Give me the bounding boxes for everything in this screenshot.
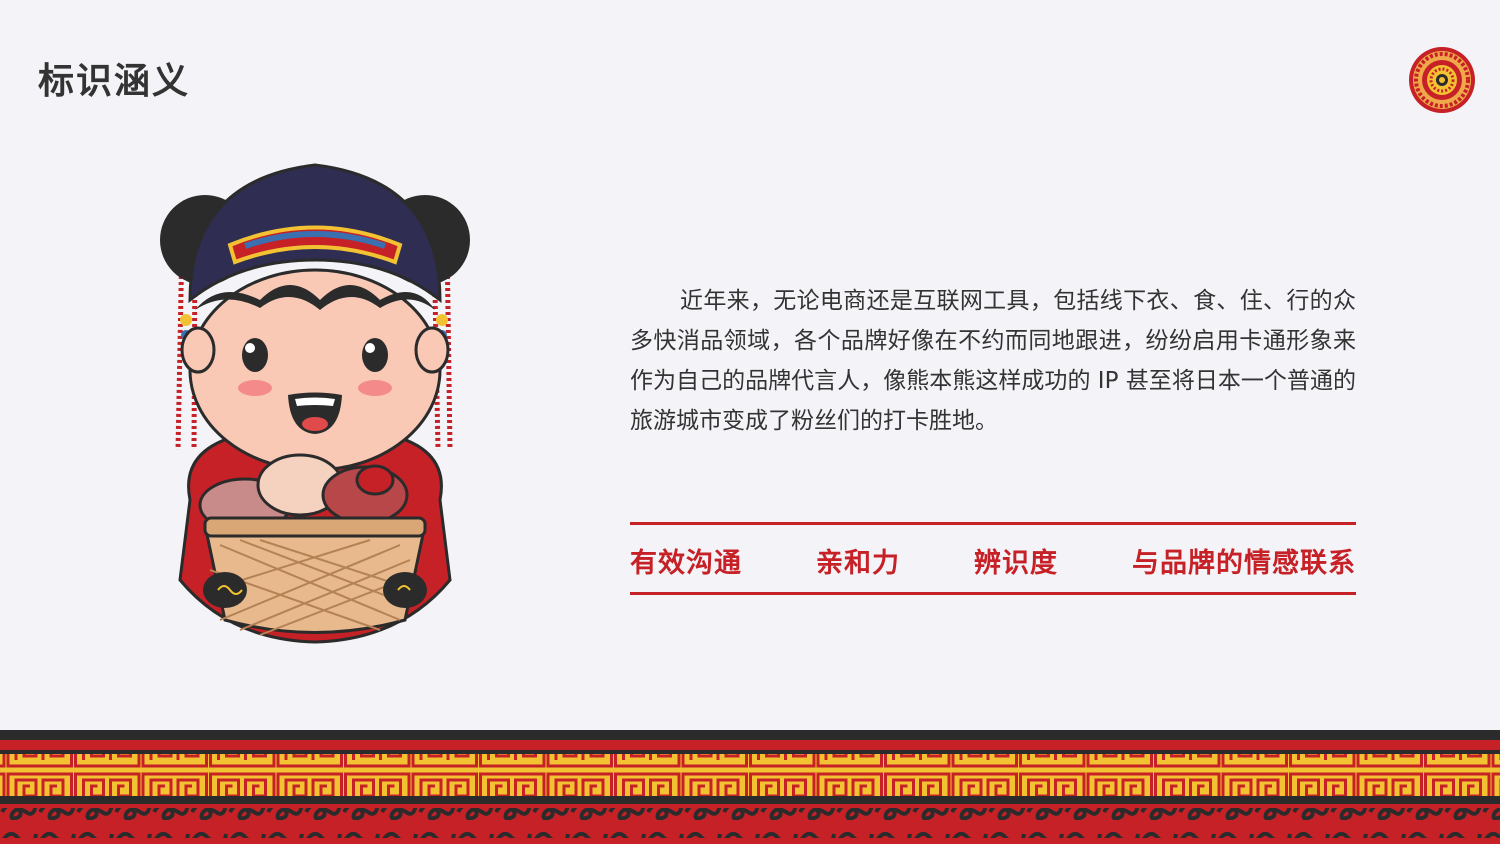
keyword-recognizability: 辨识度: [974, 547, 1058, 579]
greek-key-border-icon: [0, 730, 1500, 844]
keyword-affinity: 亲和力: [816, 547, 900, 579]
round-ornament-logo-icon: [1409, 47, 1475, 113]
keyword-emotional-connection: 与品牌的情感联系: [1132, 547, 1356, 579]
mascot-girl-illustration: [160, 163, 470, 644]
description-paragraph: 近年来，无论电商还是互联网工具，包括线下衣、食、住、行的众多快消品领域，各个品牌…: [630, 288, 1356, 434]
keywords-top-divider: [630, 522, 1356, 525]
keywords-row: 有效沟通 亲和力 辨识度 与品牌的情感联系: [630, 540, 1356, 580]
keywords-bottom-divider: [630, 592, 1356, 595]
page-title: 标识涵义: [38, 61, 191, 102]
keyword-communication: 有效沟通: [630, 547, 742, 579]
